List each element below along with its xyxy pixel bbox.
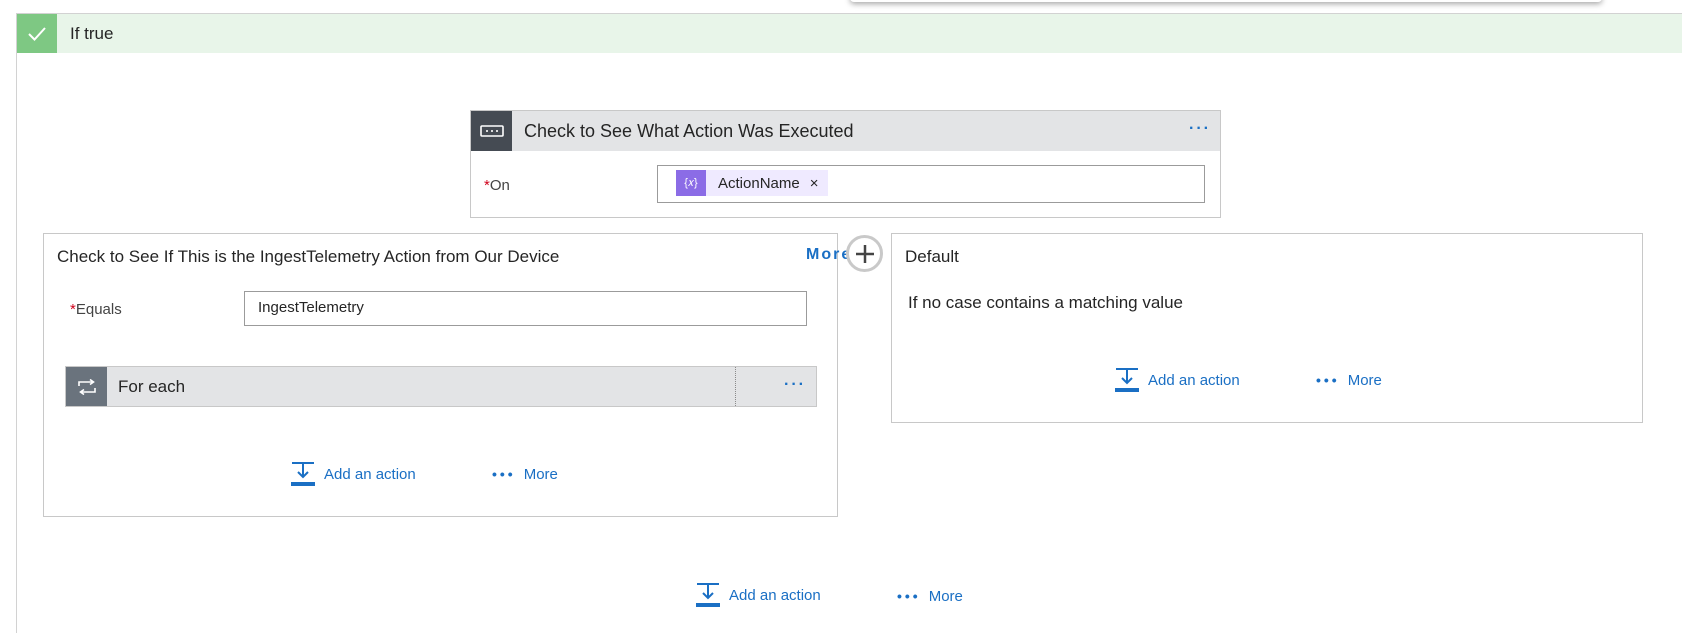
switch-icon — [471, 111, 512, 151]
on-field-label: *On — [484, 177, 510, 194]
default-add-action-button[interactable]: Add an action — [1114, 367, 1240, 393]
for-each-divider — [735, 367, 736, 406]
if-true-label: If true — [70, 24, 114, 43]
default-more-button[interactable]: ••• More — [1316, 372, 1382, 389]
case-more-button[interactable]: ••• More — [492, 466, 558, 483]
add-action-icon — [696, 583, 720, 607]
loop-icon — [66, 367, 107, 406]
equals-input[interactable]: IngestTelemetry — [244, 291, 807, 326]
expression-icon: {𝑥} — [676, 170, 706, 196]
bottom-add-action-label: Add an action — [729, 586, 821, 604]
equals-field-label: *Equals — [70, 301, 122, 318]
default-case-message: If no case contains a matching value — [908, 293, 1183, 312]
switch-action-title: Check to See What Action Was Executed — [524, 121, 854, 141]
more-dots-icon: ••• — [1316, 372, 1340, 388]
if-true-header[interactable] — [17, 14, 1682, 53]
case-more-label: More — [523, 466, 558, 483]
add-case-button[interactable] — [846, 235, 883, 272]
default-case-card — [891, 233, 1643, 423]
add-action-icon — [1115, 368, 1139, 392]
action-name-token[interactable]: {𝑥} ActionName × — [676, 170, 829, 196]
bottom-more-button[interactable]: ••• More — [897, 588, 963, 605]
default-more-label: More — [1347, 372, 1382, 389]
for-each-more-menu-button[interactable]: ··· — [784, 376, 806, 394]
case-add-action-label: Add an action — [324, 465, 416, 483]
default-case-title[interactable]: Default — [905, 247, 959, 267]
case-add-action-button[interactable]: Add an action — [290, 461, 416, 487]
more-dots-icon: ••• — [897, 588, 921, 604]
equals-label-text: Equals — [75, 301, 122, 318]
for-each-label: For each — [118, 377, 186, 396]
default-add-action-label: Add an action — [1148, 371, 1240, 389]
case-title[interactable]: Check to See If This is the IngestTeleme… — [57, 247, 559, 267]
token-label: ActionName — [718, 174, 800, 192]
bottom-add-action-button[interactable]: Add an action — [695, 582, 821, 608]
check-icon — [17, 14, 57, 53]
on-label-text: On — [489, 177, 510, 194]
switch-more-menu-button[interactable]: ··· — [1189, 120, 1211, 138]
overlay-panel-edge — [850, 0, 1602, 2]
plus-icon — [855, 244, 874, 263]
token-remove-button[interactable]: × — [810, 175, 819, 192]
add-action-icon — [291, 462, 315, 486]
bottom-more-label: More — [928, 588, 963, 605]
more-dots-icon: ••• — [492, 466, 516, 482]
